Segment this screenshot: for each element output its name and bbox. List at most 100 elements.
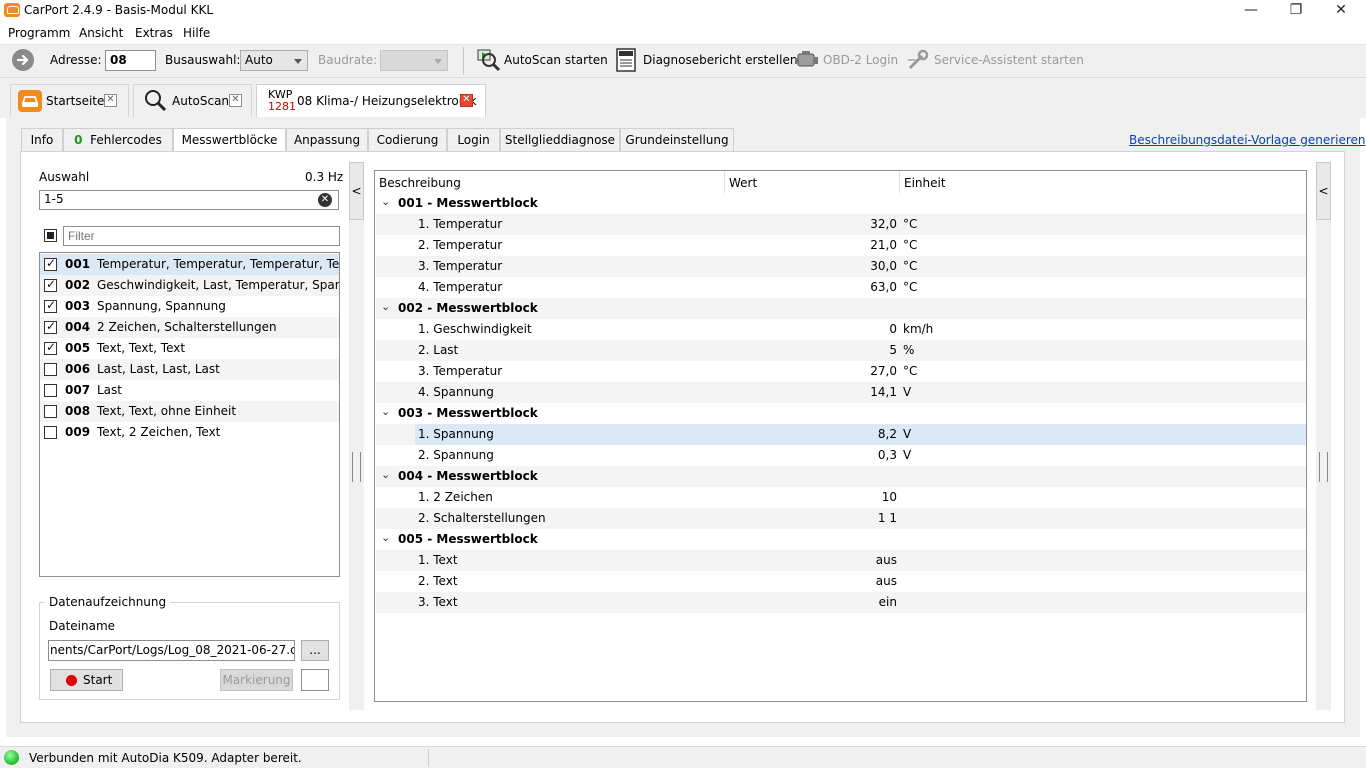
autoscan-magnifier-icon[interactable] <box>477 48 501 72</box>
table-row[interactable]: 2. Text aus <box>376 571 1306 592</box>
block-checkbox[interactable] <box>44 340 57 355</box>
collapse-left-button[interactable]: < <box>349 162 364 220</box>
table-row[interactable]: 4. Spannung 14,1 V <box>376 382 1306 403</box>
block-checkbox[interactable] <box>44 405 57 418</box>
header-beschreibung[interactable]: Beschreibung <box>379 176 461 190</box>
clear-icon[interactable]: ✕ <box>318 193 332 207</box>
selection-input[interactable]: 1-5 <box>39 190 339 210</box>
splitter-left[interactable] <box>349 220 364 710</box>
marker-field[interactable] <box>301 669 329 691</box>
baud-select[interactable] <box>380 50 448 71</box>
header-einheit[interactable]: Einheit <box>904 176 946 190</box>
tab-startseite[interactable]: Startseite ✕ <box>10 84 129 117</box>
list-item[interactable]: 002 Geschwindigkeit, Last, Temperatur, Sp… <box>40 275 339 296</box>
report-button[interactable]: Diagnosebericht erstellen <box>643 53 797 67</box>
block-checkbox[interactable] <box>44 426 57 439</box>
tab-info[interactable]: Info <box>21 128 63 152</box>
minimize-button[interactable]: — <box>1228 0 1274 22</box>
wrench-icon[interactable] <box>906 48 930 72</box>
chevron-down-icon[interactable]: ⌄ <box>381 468 390 481</box>
connect-arrow-icon[interactable] <box>12 49 34 71</box>
tab-stellglieddiagnose[interactable]: Stellglieddiagnose <box>500 128 620 152</box>
tab-codierung[interactable]: Codierung <box>368 128 447 152</box>
tab-login[interactable]: Login <box>447 128 500 152</box>
list-item[interactable]: 005 Text, Text, Text <box>40 338 339 359</box>
select-all-checkbox[interactable] <box>44 229 57 242</box>
close-tab-icon[interactable]: ✕ <box>104 94 117 107</box>
table-row[interactable]: 2. Temperatur 21,0 °C <box>376 235 1306 256</box>
chevron-down-icon[interactable]: ⌄ <box>381 195 390 208</box>
chevron-down-icon[interactable]: ⌄ <box>381 405 390 418</box>
kwp-number: 1281 <box>268 100 296 113</box>
filename-input[interactable]: nents/CarPort/Logs/Log_08_2021-06-27.csv <box>48 640 295 661</box>
menu-programm[interactable]: Programm <box>8 26 70 40</box>
report-document-icon[interactable] <box>616 48 636 72</box>
list-item[interactable]: 006 Last, Last, Last, Last <box>40 359 339 380</box>
list-item[interactable]: 008 Text, Text, ohne Einheit <box>40 401 339 422</box>
close-tab-icon[interactable]: ✕ <box>229 94 242 107</box>
generate-template-link[interactable]: Beschreibungsdatei-Vorlage generieren <box>1129 133 1366 147</box>
block-checkbox[interactable] <box>44 298 57 313</box>
table-row[interactable]: 1. Geschwindigkeit 0 km/h <box>376 319 1306 340</box>
browse-button[interactable]: ... <box>301 640 329 661</box>
block-checkbox[interactable] <box>44 256 57 271</box>
list-item[interactable]: 001 Temperatur, Temperatur, Temperatur, T… <box>40 254 339 275</box>
obd-login-button[interactable]: OBD-2 Login <box>823 53 898 67</box>
list-item[interactable]: 004 2 Zeichen, Schalterstellungen <box>40 317 339 338</box>
list-item[interactable]: 007 Last <box>40 380 339 401</box>
tab-anpassung[interactable]: Anpassung <box>286 128 368 152</box>
address-input[interactable]: 08 <box>105 50 156 71</box>
table-row[interactable]: 2. Schalterstellungen 1 1 <box>376 508 1306 529</box>
header-wert[interactable]: Wert <box>729 176 757 190</box>
tab-grundeinstellung[interactable]: Grundeinstellung <box>620 128 734 152</box>
collapse-right-button[interactable]: < <box>1316 162 1331 220</box>
table-row[interactable]: 2. Last 5% <box>376 340 1306 361</box>
engine-icon[interactable] <box>795 50 819 70</box>
group-row[interactable]: ⌄ 003 - Messwertblock <box>376 403 1306 424</box>
table-row[interactable]: 4. Temperatur 63,0 °C <box>376 277 1306 298</box>
group-row[interactable]: ⌄ 001 - Messwertblock <box>376 193 1306 214</box>
block-checkbox[interactable] <box>44 319 57 334</box>
table-row[interactable]: 1. Spannung 8,2 V <box>376 424 1306 445</box>
table-row[interactable]: 3. Temperatur 30,0 °C <box>376 256 1306 277</box>
table-row[interactable]: 1. Temperatur 32,0 °C <box>376 214 1306 235</box>
start-logging-button[interactable]: Start <box>50 669 123 691</box>
row-value: aus <box>875 574 897 588</box>
marker-button[interactable]: Markierung <box>220 669 293 691</box>
table-row[interactable]: 3. Text ein <box>376 592 1306 613</box>
tab-messwertbloecke[interactable]: Messwertblöcke <box>173 128 286 153</box>
group-row[interactable]: ⌄ 004 - Messwertblock <box>376 466 1306 487</box>
tab-startseite-label: Startseite <box>46 94 105 108</box>
table-row[interactable]: 1. Text aus <box>376 550 1306 571</box>
menu-extras[interactable]: Extras <box>135 26 173 40</box>
tab-autoscan[interactable]: AutoScan ✕ <box>133 84 252 117</box>
tab-fehlercodes[interactable]: 0 Fehlercodes <box>63 128 173 152</box>
block-checkbox[interactable] <box>44 384 57 397</box>
selection-label: Auswahl <box>39 170 90 184</box>
bus-select[interactable]: Auto <box>240 50 308 71</box>
group-row[interactable]: ⌄ 005 - Messwertblock <box>376 529 1306 550</box>
chevron-down-icon[interactable]: ⌄ <box>381 531 390 544</box>
list-item[interactable]: 009 Text, 2 Zeichen, Text <box>40 422 339 443</box>
row-value: ein <box>878 595 897 609</box>
close-window-button[interactable]: ✕ <box>1318 0 1364 22</box>
group-row[interactable]: ⌄ 002 - Messwertblock <box>376 298 1306 319</box>
table-row[interactable]: 2. Spannung 0,3 V <box>376 445 1306 466</box>
splitter-right[interactable] <box>1316 220 1331 710</box>
table-row[interactable]: 3. Temperatur 27,0 °C <box>376 361 1306 382</box>
service-assistant-button[interactable]: Service-Assistent starten <box>934 53 1084 67</box>
autoscan-button[interactable]: AutoScan starten <box>504 53 608 67</box>
maximize-button[interactable]: ❐ <box>1273 0 1319 22</box>
table-row[interactable]: 1. 2 Zeichen 10 <box>376 487 1306 508</box>
menu-hilfe[interactable]: Hilfe <box>183 26 210 40</box>
menu-ansicht[interactable]: Ansicht <box>79 26 123 40</box>
close-tab-icon[interactable]: ✕ <box>460 94 473 107</box>
block-checkbox[interactable] <box>44 363 57 376</box>
grip-icon <box>352 452 361 482</box>
list-item[interactable]: 003 Spannung, Spannung <box>40 296 339 317</box>
tab-klima-module[interactable]: KWP 1281 08 Klima-/ Heizungselektronik ✕ <box>256 84 486 118</box>
block-checkbox[interactable] <box>44 277 57 292</box>
filter-input[interactable] <box>63 226 340 246</box>
window-title: CarPort 2.4.9 - Basis-Modul KKL <box>24 3 214 17</box>
chevron-down-icon[interactable]: ⌄ <box>381 300 390 313</box>
